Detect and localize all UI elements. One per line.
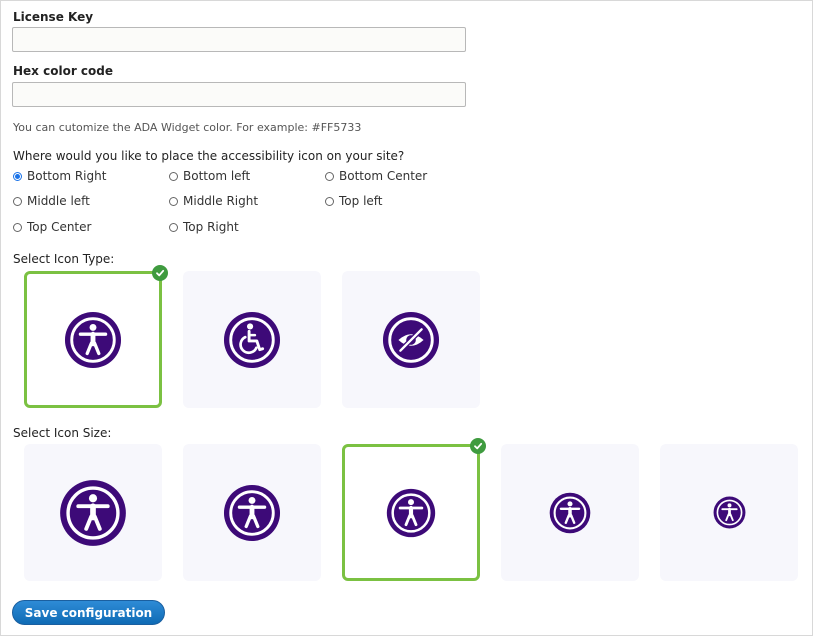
icon-size-option-4[interactable] xyxy=(501,444,639,581)
radio-bottom-center[interactable]: Bottom Center xyxy=(325,169,427,183)
radio-label: Middle left xyxy=(27,194,90,208)
hex-color-input[interactable] xyxy=(12,82,466,107)
icon-size-option-1[interactable] xyxy=(24,444,162,581)
accessibility-person-icon xyxy=(64,311,122,368)
hex-color-help-text: You can cutomize the ADA Widget color. F… xyxy=(13,121,362,134)
wheelchair-icon xyxy=(223,311,281,368)
radio-top-left[interactable]: Top left xyxy=(325,194,383,208)
radio-top-right[interactable]: Top Right xyxy=(169,220,239,234)
icon-size-option-2[interactable] xyxy=(183,444,321,581)
radio-label: Top Center xyxy=(27,220,92,234)
icon-type-option-accessibility[interactable] xyxy=(24,265,168,408)
icon-size-label: Select Icon Size: xyxy=(13,426,112,440)
radio-button[interactable] xyxy=(325,196,334,206)
position-question: Where would you like to place the access… xyxy=(13,149,405,163)
eye-slash-icon xyxy=(382,311,440,368)
accessibility-person-icon xyxy=(549,492,591,533)
hex-color-label: Hex color code xyxy=(13,64,113,78)
icon-type-label: Select Icon Type: xyxy=(13,252,115,266)
radio-button[interactable] xyxy=(169,171,178,181)
radio-button[interactable] xyxy=(13,222,22,232)
radio-label: Top left xyxy=(339,194,383,208)
radio-bottom-right[interactable]: Bottom Right xyxy=(13,169,106,183)
radio-label: Top Right xyxy=(183,220,239,234)
accessibility-person-icon xyxy=(60,479,126,546)
accessibility-person-icon xyxy=(386,488,436,537)
icon-size-option-3[interactable] xyxy=(342,438,486,581)
radio-button[interactable] xyxy=(169,222,178,232)
license-key-label: License Key xyxy=(13,10,94,24)
radio-button[interactable] xyxy=(325,171,334,181)
icon-size-option-5[interactable] xyxy=(660,444,798,581)
radio-label: Bottom Right xyxy=(27,169,107,183)
radio-top-center[interactable]: Top Center xyxy=(13,220,91,234)
radio-button[interactable] xyxy=(13,196,22,206)
accessibility-person-icon xyxy=(223,484,281,541)
icon-type-option-eye-slash[interactable] xyxy=(342,271,480,408)
radio-label: Middle Right xyxy=(183,194,259,208)
radio-button[interactable] xyxy=(169,196,178,206)
selected-check-icon xyxy=(152,265,168,281)
radio-middle-left[interactable]: Middle left xyxy=(13,194,90,208)
radio-bottom-left[interactable]: Bottom left xyxy=(169,169,250,183)
accessibility-person-icon xyxy=(713,496,745,529)
radio-button-checked[interactable] xyxy=(13,171,22,181)
license-key-input[interactable] xyxy=(12,27,466,52)
save-configuration-button[interactable]: Save configuration xyxy=(12,600,165,625)
icon-type-option-wheelchair[interactable] xyxy=(183,271,321,408)
selected-check-icon xyxy=(470,438,486,454)
radio-middle-right[interactable]: Middle Right xyxy=(169,194,258,208)
radio-label: Bottom Center xyxy=(339,169,428,183)
radio-label: Bottom left xyxy=(183,169,251,183)
